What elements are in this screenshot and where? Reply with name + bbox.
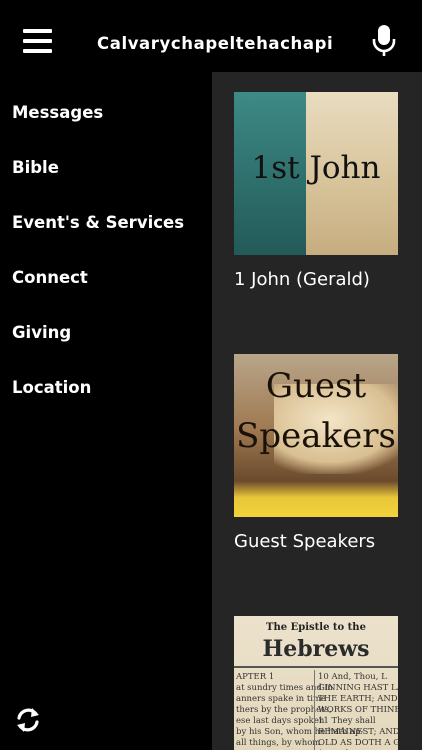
series-card-1-john[interactable]: 1st John 1 John (Gerald) — [234, 92, 398, 290]
menu-item-giving[interactable]: Giving — [12, 323, 71, 342]
thumbnail-art-text: 1st John — [251, 150, 381, 186]
menu-item-connect[interactable]: Connect — [12, 268, 88, 287]
series-title[interactable]: 1 John (Gerald) — [234, 269, 370, 290]
messages-content-panel: 1st John 1 John (Gerald) Guest Speakers … — [212, 72, 422, 750]
series-thumbnail-hebrews[interactable]: The Epistle to the Hebrews APTER 1 at su… — [234, 616, 398, 750]
menu-item-messages[interactable]: Messages — [12, 103, 103, 122]
thumbnail-art-text: Speakers — [236, 416, 396, 456]
menu-item-location[interactable]: Location — [12, 378, 91, 397]
top-bar: Calvarychapeltehachapi — [0, 0, 422, 72]
refresh-icon[interactable] — [14, 706, 42, 734]
app-title: Calvarychapeltehachapi — [97, 34, 334, 53]
thumbnail-art-text: Guest — [265, 366, 367, 406]
hamburger-icon[interactable] — [23, 29, 52, 54]
series-card-hebrews[interactable]: The Epistle to the Hebrews APTER 1 at su… — [234, 616, 398, 750]
menu-item-bible[interactable]: Bible — [12, 158, 59, 177]
series-card-guest-speakers[interactable]: Guest Speakers Guest Speakers — [234, 354, 398, 552]
side-menu: Messages Bible Event's & Services Connec… — [0, 72, 212, 750]
thumbnail-art-text: Hebrews — [262, 636, 370, 662]
thumbnail-art-text: The Epistle to the — [266, 622, 366, 633]
series-title[interactable]: Guest Speakers — [234, 531, 375, 552]
microphone-icon[interactable] — [372, 24, 396, 58]
series-thumbnail-guest-speakers[interactable]: Guest Speakers — [234, 354, 398, 517]
series-thumbnail-1-john[interactable]: 1st John — [234, 92, 398, 255]
thumbnail-art-text: 10 And, Thou, L GINNING HAST LAID T THE … — [318, 672, 398, 750]
menu-item-events-services[interactable]: Event's & Services — [12, 213, 184, 232]
